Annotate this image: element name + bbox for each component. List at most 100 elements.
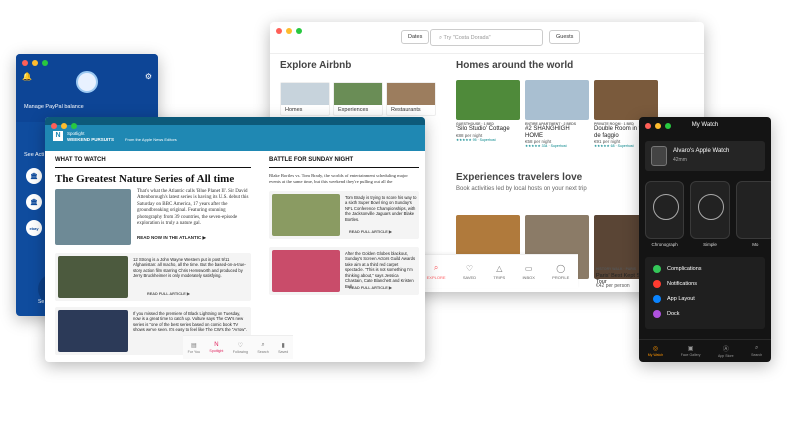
zoom-button[interactable] <box>42 60 48 66</box>
tab-saved[interactable]: ♡ SAVED <box>463 264 476 280</box>
section-battle: BATTLE FOR SUNDAY NIGHT <box>269 157 354 163</box>
tab-label: INBOX <box>522 274 535 280</box>
read-full-article-link[interactable]: READ FULL ARTICLE ▶ <box>147 291 190 296</box>
tab-my-watch[interactable]: ◎ My Watch <box>648 345 663 357</box>
home-image <box>456 80 520 120</box>
read-now-link[interactable]: READ NOW IN THE ATLANTIC ▶ <box>137 235 206 241</box>
article-image <box>272 250 340 292</box>
tab-profile[interactable]: ◯ PROFILE <box>552 264 569 280</box>
article-card[interactable]: After the Golden Globes blackout, Sunday… <box>269 247 419 295</box>
home-rating: ★★★★★ 334 · Superhost <box>525 144 567 149</box>
window-controls <box>22 60 48 66</box>
tab-label: Spotlight <box>209 349 224 353</box>
channel-subtitle: WEEKEND PURSUITS <box>67 137 115 142</box>
zoom-button[interactable] <box>71 123 77 129</box>
minimize-button[interactable] <box>61 123 67 129</box>
zoom-button[interactable] <box>296 28 302 34</box>
experience-price: €42 per person <box>596 283 630 289</box>
menu-app-layout[interactable]: App Layout <box>653 295 695 303</box>
home-card[interactable]: GUESTHOUSE · 1 BED 'Silo Studio' Cottage… <box>456 80 520 142</box>
heart-icon: ♡ <box>237 342 244 349</box>
guests-button[interactable]: Guests <box>549 30 581 44</box>
airbnb-logo-icon: △ <box>496 263 503 273</box>
tab-label: Following <box>232 349 248 354</box>
face-modular[interactable]: Mo <box>735 181 771 247</box>
bank-icon[interactable]: 🏛 <box>26 168 42 184</box>
minimize-button[interactable] <box>655 123 661 129</box>
spotlight-icon: N <box>214 342 219 348</box>
tab-search[interactable]: ⌕ Search <box>751 345 762 357</box>
face-simple[interactable]: Simple <box>690 181 730 247</box>
tab-label: PROFILE <box>552 274 570 280</box>
bank-icon[interactable]: 🏛 <box>26 194 42 210</box>
tab-label: SAVED <box>462 274 477 280</box>
airbnb-tab-bar: ⌕ EXPLORE ♡ SAVED △ TRIPS ▭ INBOX ◯ PROFILE <box>418 254 578 288</box>
news-logo-icon: N <box>53 131 63 141</box>
device-row[interactable]: Alvaro's Apple Watch 42mm <box>645 141 765 171</box>
tab-following[interactable]: ♡ Following <box>233 342 248 354</box>
close-button[interactable] <box>22 60 28 66</box>
article-card[interactable]: Tom Brady is trying to score his way to … <box>269 191 419 239</box>
tab-spotlight[interactable]: N Spotlight <box>209 342 223 353</box>
paypal-avatar[interactable] <box>76 71 98 93</box>
person-icon: ◯ <box>556 263 566 273</box>
tab-label: My Watch <box>647 352 664 357</box>
category-image <box>334 83 382 105</box>
headline[interactable]: The Greatest Nature Series of All time <box>55 173 234 185</box>
home-image <box>594 80 658 120</box>
article-text: Tom Brady is trying to score his way to … <box>345 195 417 222</box>
category-restaurants[interactable]: Restaurants <box>386 82 436 116</box>
explore-title: Explore Airbnb <box>280 60 352 71</box>
tab-inbox[interactable]: ▭ INBOX <box>522 264 534 280</box>
tab-label: EXPLORE <box>426 275 446 280</box>
menu-notifications[interactable]: Notifications <box>653 280 697 288</box>
article-card[interactable]: 12 Strong is a John Wayne Western put in… <box>55 253 251 301</box>
category-experiences[interactable]: Experiences <box>333 82 383 116</box>
gear-icon[interactable]: ⚙ <box>145 72 152 81</box>
clock-icon <box>698 194 725 220</box>
window-controls <box>645 123 671 129</box>
close-button[interactable] <box>645 123 651 129</box>
article-image <box>58 256 128 298</box>
face-label: Mo <box>752 242 759 247</box>
device-size: 42mm <box>673 157 687 163</box>
channel-label: Spotlight <box>67 131 85 136</box>
menu-label: Notifications <box>667 281 697 287</box>
category-homes[interactable]: Homes <box>280 82 330 116</box>
minimize-button[interactable] <box>286 28 292 34</box>
tab-app-store[interactable]: Ⓐ App Store <box>718 344 734 358</box>
face-chronograph[interactable]: Chronograph <box>645 181 685 247</box>
tab-for-you[interactable]: ▤ For You <box>188 342 200 354</box>
article-text: 12 Strong is a John Wayne Western put in… <box>133 257 246 279</box>
menu-dock[interactable]: Dock <box>653 310 680 318</box>
tab-face-gallery[interactable]: ▣ Face Gallery <box>681 345 701 357</box>
tab-explore[interactable]: ⌕ EXPLORE <box>427 263 446 280</box>
menu-complications[interactable]: Complications <box>653 265 702 273</box>
search-input[interactable]: ⌕ Try "Costa Dorada" <box>430 29 543 46</box>
read-full-article-link[interactable]: READ FULL ARTICLE ▶ <box>349 229 392 234</box>
manage-balance-link[interactable]: Manage PayPal balance <box>24 104 84 110</box>
home-card[interactable]: ENTIRE APARTMENT · 2 BEDS #2 SHANGHIGH H… <box>525 80 589 148</box>
tab-label: Saved <box>278 349 289 354</box>
tab-saved[interactable]: ▮ Saved <box>278 342 288 354</box>
read-full-article-link[interactable]: READ FULL ARTICLE ▶ <box>349 285 392 290</box>
minimize-button[interactable] <box>32 60 38 66</box>
app-layout-icon <box>653 295 661 303</box>
lead-image[interactable] <box>55 189 131 245</box>
experiences-subtitle: Book activities led by local hosts on yo… <box>456 186 587 192</box>
divider <box>55 167 251 168</box>
bookmark-icon: ▮ <box>281 342 285 349</box>
tab-label: For You <box>187 349 201 354</box>
close-button[interactable] <box>276 28 282 34</box>
message-icon: ▭ <box>524 263 533 273</box>
zoom-button[interactable] <box>665 123 671 129</box>
close-button[interactable] <box>51 123 57 129</box>
bell-icon[interactable]: 🔔 <box>22 72 32 81</box>
search-icon: ⌕ <box>261 341 265 348</box>
search-placeholder: Try "Costa Dorada" <box>443 35 491 41</box>
ebay-icon[interactable]: ebay <box>26 220 42 236</box>
dates-button[interactable]: Dates <box>401 30 430 44</box>
news-header: N Spotlight WEEKEND PURSUITS From the Ap… <box>45 117 425 151</box>
tab-search[interactable]: ⌕ Search <box>257 342 268 354</box>
tab-trips[interactable]: △ TRIPS <box>493 264 505 280</box>
